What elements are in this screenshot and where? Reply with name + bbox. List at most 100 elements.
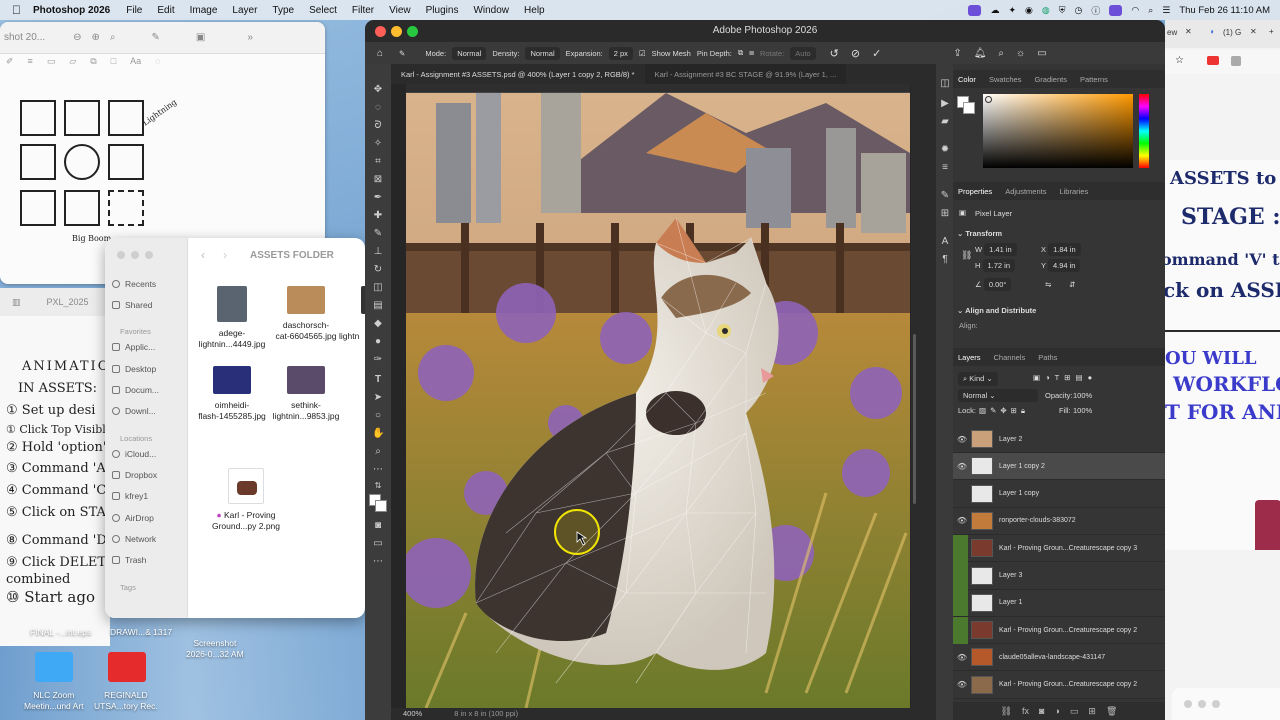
layer-row[interactable]: Layer 1 — [953, 589, 1165, 617]
layer-filter-icons[interactable]: ▣◑T⊞▤● — [1033, 373, 1097, 382]
minimize-button[interactable] — [1198, 700, 1206, 708]
menu-file[interactable]: File — [126, 5, 142, 16]
close-tab-icon[interactable]: ✕ — [1185, 27, 1192, 36]
shield-icon[interactable]: ⛨ — [1059, 5, 1066, 16]
pin-back-icon[interactable]: ⧈ — [749, 48, 754, 58]
group-icon[interactable]: ▭ — [1070, 706, 1079, 717]
paragraph-panel-icon[interactable]: ¶ — [939, 254, 951, 266]
sidebar-item-documents[interactable]: Docum... — [125, 385, 159, 395]
search-icon[interactable]: ⌕ — [998, 48, 1004, 59]
hand-tool-icon[interactable]: ✋ — [372, 428, 384, 440]
close-tab-icon[interactable]: ✕ — [1250, 27, 1257, 36]
tab-gradients[interactable]: Gradients — [1034, 75, 1067, 84]
flip-horizontal-icon[interactable]: ⇋ — [1045, 280, 1051, 289]
expansion-input[interactable]: 2 px — [608, 46, 633, 60]
fx-icon[interactable]: fx — [1022, 706, 1029, 716]
frame-tool-icon[interactable]: ⊠ — [372, 174, 384, 186]
sidebar-icon[interactable]: ▥ — [12, 297, 21, 308]
undo-icon[interactable]: ↺ — [830, 47, 839, 60]
search-icon[interactable]: ⌕ — [110, 32, 116, 43]
layer-row[interactable]: 👁︎ Layer 2 — [953, 426, 1165, 453]
tab-paths[interactable]: Paths — [1038, 353, 1057, 362]
screen-mode-icon[interactable]: ▭ — [372, 538, 384, 550]
pen-tool-icon[interactable]: ✑ — [372, 354, 384, 366]
clock-icon[interactable]: ◷ — [1074, 5, 1082, 16]
blur-tool-icon[interactable]: ◆ — [372, 318, 384, 330]
actions-panel-icon[interactable]: ▶ — [939, 98, 951, 110]
home-icon[interactable]: ⌂ — [377, 48, 383, 59]
screen-record-icon[interactable] — [968, 4, 982, 16]
file-item[interactable]: oimheidi- flash-1455285.jpg — [194, 366, 270, 422]
rotate-select[interactable]: Auto — [790, 46, 816, 60]
flip-vertical-icon[interactable]: ⇵ — [1069, 280, 1075, 289]
zoom-button[interactable] — [145, 251, 153, 259]
menu-app-name[interactable]: Photoshop 2026 — [33, 5, 110, 16]
mask-icon[interactable]: ◙ — [1039, 706, 1044, 716]
display-icon[interactable] — [1109, 4, 1123, 16]
tab-swatches[interactable]: Swatches — [989, 75, 1022, 84]
bell-icon[interactable]: 🔔︎ — [974, 48, 987, 59]
folder-icon[interactable] — [35, 652, 73, 682]
zoom-button[interactable] — [407, 26, 418, 37]
menu-image[interactable]: Image — [190, 5, 218, 16]
zoom-button[interactable] — [1212, 700, 1220, 708]
fill-value[interactable]: 100% — [1073, 406, 1092, 415]
tab-channels[interactable]: Channels — [994, 353, 1026, 362]
ruler-icon[interactable]: ≡ — [939, 162, 951, 174]
file-item[interactable]: adege- lightnin...4449.jpg — [194, 286, 270, 350]
sidebar-item-trash[interactable]: Trash — [125, 555, 146, 565]
visibility-eye-icon[interactable]: 👁︎ — [953, 462, 971, 471]
canvas-area[interactable] — [391, 84, 911, 710]
cloud-icon[interactable]: ☁ — [990, 5, 999, 16]
layer-row[interactable]: Layer 1 copy — [953, 481, 1165, 508]
clock-text[interactable]: Thu Feb 26 11:10 AM — [1179, 5, 1270, 16]
zoom-out-icon[interactable]: ⊖ — [73, 32, 81, 43]
magic-wand-icon[interactable]: ✧ — [372, 138, 384, 150]
sidebar-item-network[interactable]: Network — [125, 534, 156, 544]
lightbulb-icon[interactable]: ✹ — [939, 144, 951, 156]
layer-row[interactable]: 👁︎ claude05alleva-landscape-431147 — [953, 644, 1165, 672]
forward-icon[interactable]: » — [247, 32, 253, 43]
color-picker-field[interactable] — [983, 94, 1133, 168]
crop-icon[interactable]: ⧉ — [90, 56, 96, 78]
sidebar-item-desktop[interactable]: Desktop — [125, 364, 156, 374]
background-color-swatch[interactable] — [375, 500, 387, 512]
sidebar-item-icloud[interactable]: iCloud... — [125, 449, 156, 459]
lightbulb-icon[interactable]: ☼ — [1016, 48, 1025, 59]
desktop-screenshot-label[interactable]: Screenshot 2026-0...32 AM — [186, 638, 244, 660]
comment-icon[interactable]: ◌ — [155, 56, 160, 78]
sidebar-item-applications[interactable]: Applic... — [125, 342, 155, 352]
menu-window[interactable]: Window — [473, 5, 509, 16]
tab-patterns[interactable]: Patterns — [1080, 75, 1108, 84]
sidebar-item-shared[interactable]: Shared — [125, 300, 152, 310]
visibility-eye-icon[interactable]: 👁︎ — [953, 680, 971, 689]
tab-layers[interactable]: Layers — [958, 353, 981, 362]
sidebar-item-downloads[interactable]: Downl... — [125, 406, 156, 416]
extension-icon[interactable] — [1207, 56, 1219, 65]
puppet-warp-icon[interactable]: ✎ — [399, 49, 405, 58]
tab-adjustments[interactable]: Adjustments — [1005, 187, 1046, 196]
pen-tool-icon[interactable]: ✐ — [6, 56, 14, 78]
menu-layer[interactable]: Layer — [232, 5, 257, 16]
transform-header[interactable]: ⌄ Transform — [957, 229, 1002, 238]
tab-color[interactable]: Color — [958, 75, 976, 84]
sidebar-toggle-icon[interactable]: ▣ — [196, 32, 205, 43]
close-button[interactable] — [1184, 700, 1192, 708]
move-tool-icon[interactable]: ✥ — [372, 84, 384, 96]
type-tool-icon[interactable]: T — [372, 374, 384, 386]
shape-tool-icon[interactable]: ○ — [372, 410, 384, 422]
hue-slider[interactable] — [1139, 94, 1149, 168]
menu-type[interactable]: Type — [272, 5, 294, 16]
sidebar-item-airdrop[interactable]: AirDrop — [125, 513, 154, 523]
workspace-icon[interactable]: ▭ — [1037, 48, 1046, 59]
transform-x[interactable]: X 1.84 in — [1041, 243, 1081, 256]
menu-plugins[interactable]: Plugins — [426, 5, 459, 16]
visibility-eye-icon[interactable]: 👁︎ — [953, 653, 971, 662]
bookmark-star-icon[interactable]: ☆ — [1175, 55, 1184, 66]
layer-filter-select[interactable]: ⌕ Kind ⌄ — [958, 372, 998, 386]
desktop-file-label[interactable]: DRAWI...& 1317 — [110, 627, 172, 638]
eraser-tool-icon[interactable]: ◫ — [372, 282, 384, 294]
shape-icon[interactable]: ▱ — [69, 56, 76, 78]
transform-y[interactable]: Y 4.94 in — [1041, 259, 1081, 272]
layer-row[interactable]: 👁︎ Layer 1 copy 2 — [953, 453, 1165, 481]
